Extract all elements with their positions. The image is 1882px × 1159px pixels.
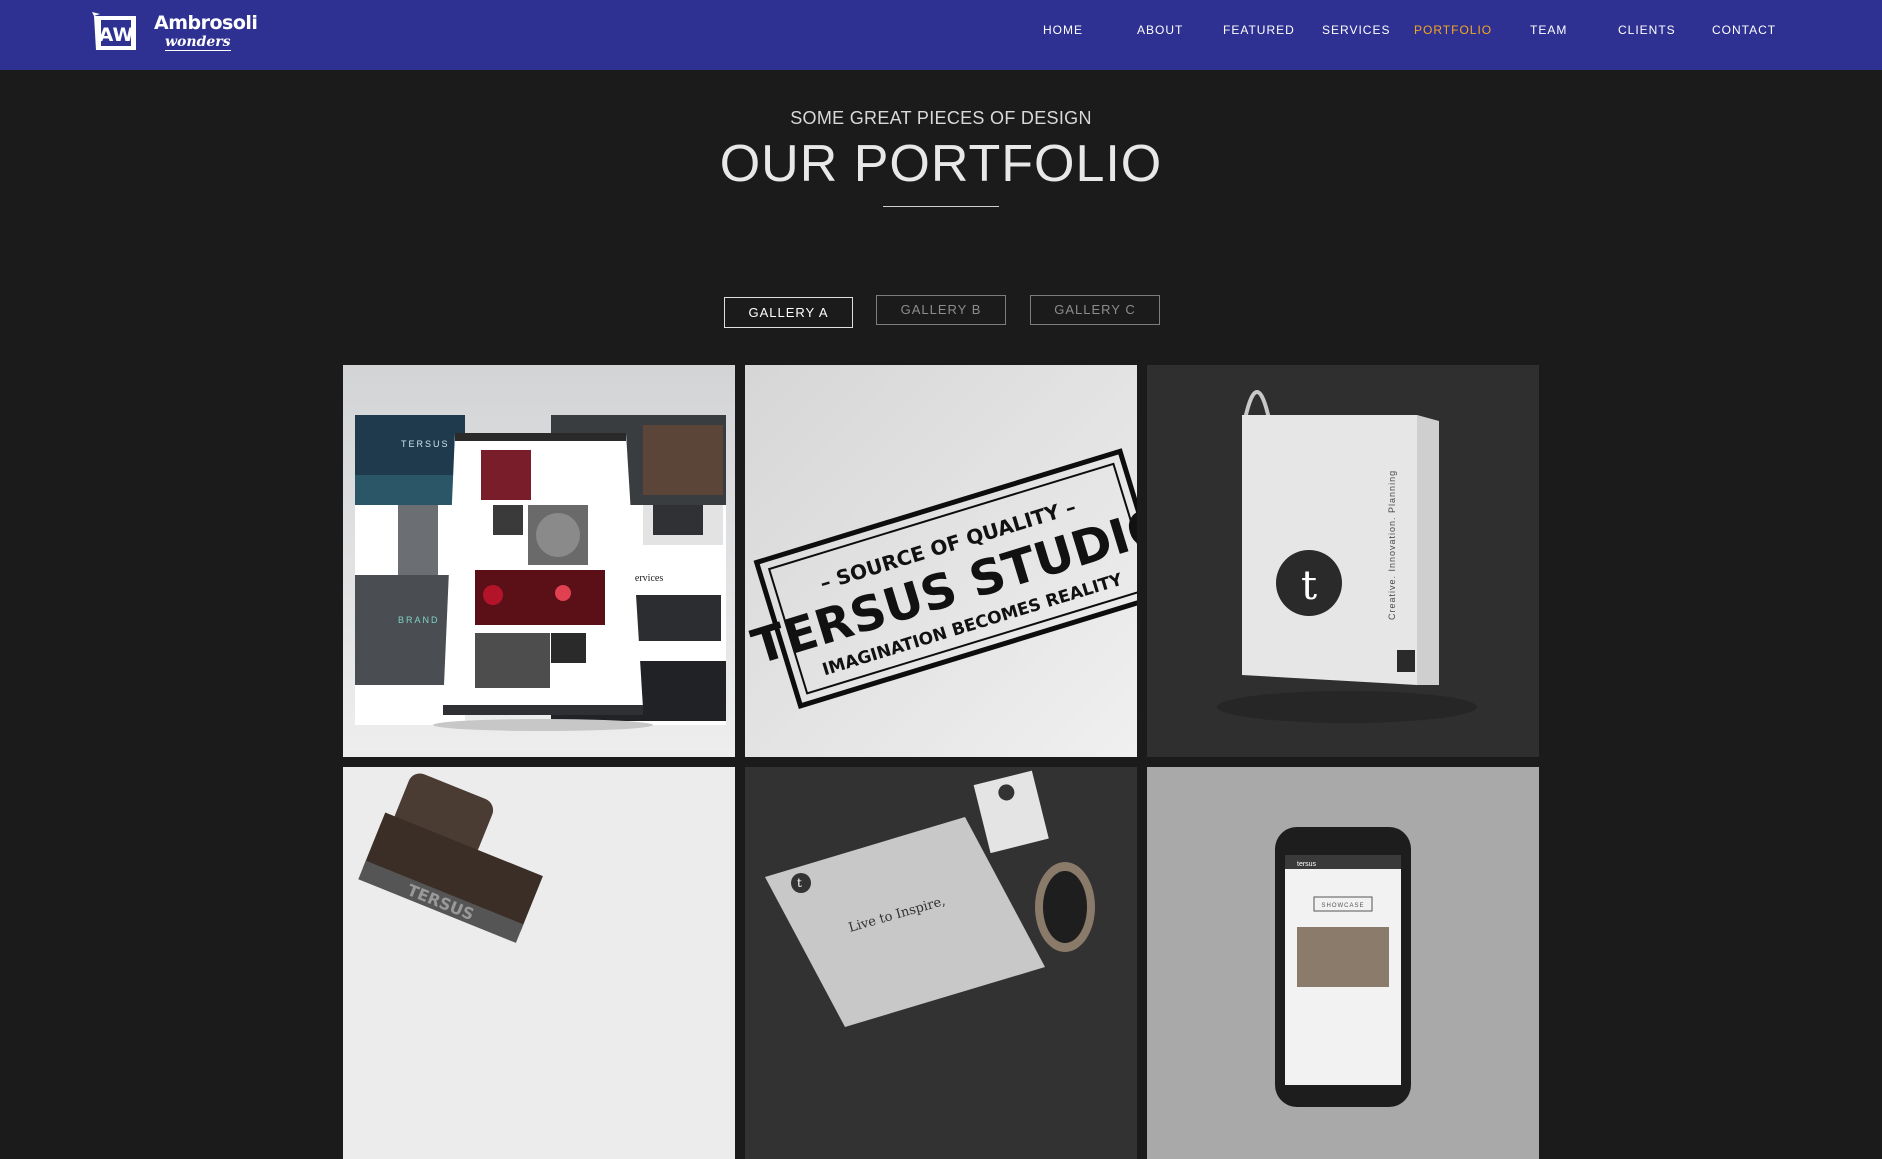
portfolio-item-phone-mockup[interactable]: tersus SHOWCASE (1147, 767, 1539, 1159)
brand-name: Ambrosoli (154, 12, 258, 34)
logo-mark-text: AW (99, 24, 134, 46)
mockup-hero-text: TERSUS (401, 439, 450, 449)
nav-item-featured[interactable]: FEATURED (1223, 23, 1295, 37)
nav-item-clients[interactable]: CLIENTS (1618, 23, 1676, 37)
shopping-bag-image: t Creative. Innovation. Planning (1147, 365, 1539, 757)
nav-item-services[interactable]: SERVICES (1322, 23, 1390, 37)
portfolio-item-shopping-bag[interactable]: t Creative. Innovation. Planning (1147, 365, 1539, 757)
mockup-brand-text: BRAND (398, 615, 440, 625)
filter-gallery-c[interactable]: GALLERY C (1030, 295, 1160, 325)
nav-item-home[interactable]: HOME (1043, 23, 1083, 37)
section-title: OUR PORTFOLIO (719, 135, 1163, 193)
phone-app-name: tersus (1297, 861, 1317, 868)
nav-item-portfolio[interactable]: PORTFOLIO (1414, 23, 1492, 37)
mockup-services-text: services (631, 573, 663, 584)
phone-showcase-button: SHOWCASE (1321, 903, 1364, 909)
tersus-studio-print-image: – SOURCE OF QUALITY – TERSUS STUDIO IMAG… (745, 365, 1137, 757)
rubber-stamp-image: TERSUS (343, 767, 735, 1159)
portfolio-item-rubber-stamp[interactable]: TERSUS (343, 767, 735, 1159)
top-navbar: AW Ambrosoli wonders HOME ABOUT FEATURED… (0, 0, 1882, 70)
logo-mark-icon: AW (92, 12, 136, 50)
phone-mockup-image: tersus SHOWCASE (1147, 767, 1539, 1159)
bag-logo-letter: t (1301, 563, 1317, 609)
letterhead-image: t Live to Inspire, (745, 767, 1137, 1159)
brand-logo[interactable]: AW Ambrosoli wonders (92, 12, 258, 54)
letterhead-logo-letter: t (797, 876, 802, 890)
filter-gallery-b[interactable]: GALLERY B (876, 295, 1006, 325)
nav-item-about[interactable]: ABOUT (1137, 23, 1183, 37)
portfolio-item-letterhead[interactable]: t Live to Inspire, (745, 767, 1137, 1159)
filter-gallery-a[interactable]: GALLERY A (724, 297, 853, 328)
portfolio-item-website-mockup[interactable]: TERSUS BRAND services (343, 365, 735, 757)
nav-item-team[interactable]: TEAM (1530, 23, 1567, 37)
website-mockup-image: TERSUS BRAND services (343, 365, 735, 757)
nav-item-contact[interactable]: CONTACT (1712, 23, 1776, 37)
section-subtitle: SOME GREAT PIECES OF DESIGN (790, 108, 1092, 128)
brand-tagline: wonders (165, 34, 231, 51)
bag-side-text: Creative. Innovation. Planning (1387, 470, 1397, 620)
title-divider (883, 206, 999, 207)
portfolio-item-tersus-studio-print[interactable]: – SOURCE OF QUALITY – TERSUS STUDIO IMAG… (745, 365, 1137, 757)
